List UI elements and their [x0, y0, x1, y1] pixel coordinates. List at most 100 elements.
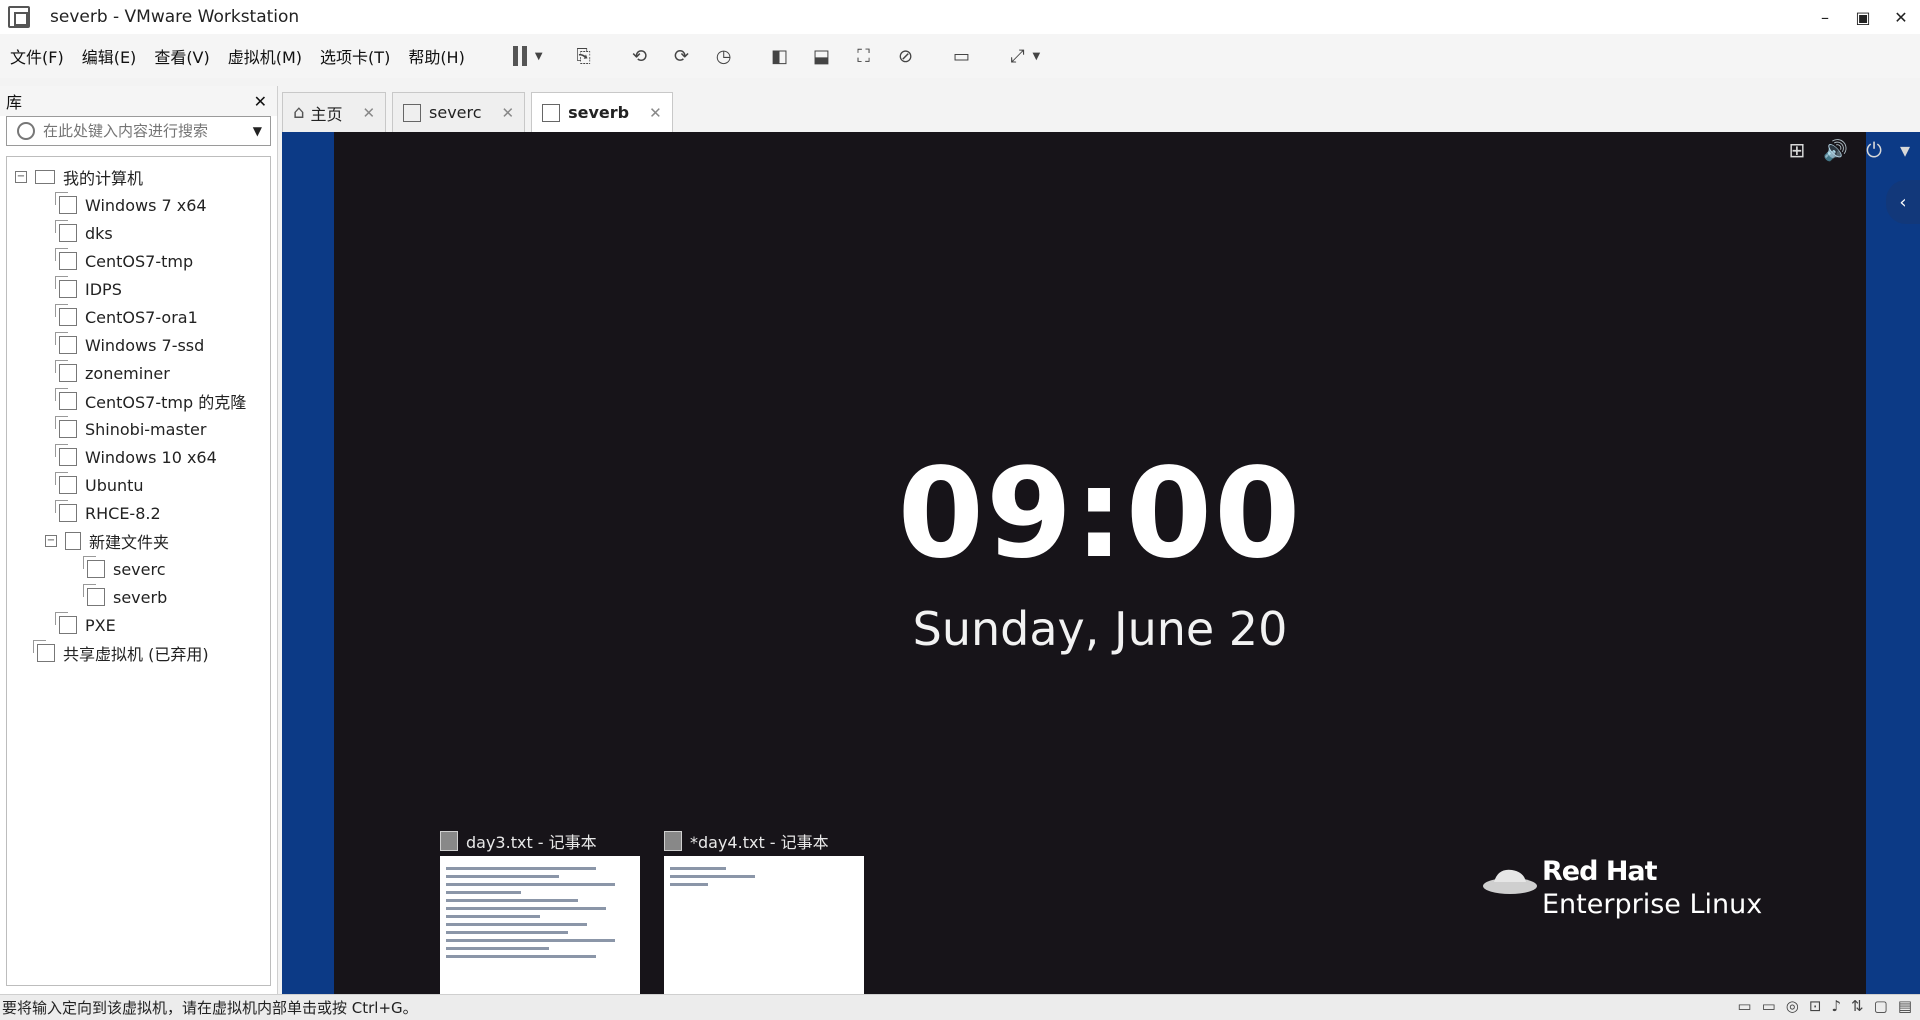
library-panel: 库 ✕ ▼ − 我的计算机 Windows 7 x64 dks CentOS7-… [0, 86, 278, 994]
collapse-icon[interactable]: − [15, 171, 27, 183]
taskbar-previews: day3.txt - 记事本 *day4.txt - 记事本 [440, 826, 864, 1014]
vm-icon [55, 360, 77, 382]
tree-item-windows10x64[interactable]: Windows 10 x64 [7, 443, 270, 471]
chevron-down-icon[interactable]: ▾ [1900, 138, 1910, 162]
tree-item-pxe[interactable]: PXE [7, 611, 270, 639]
tree-item-ubuntu[interactable]: Ubuntu [7, 471, 270, 499]
notepad-icon [440, 831, 458, 851]
chevron-left-icon[interactable]: ‹ [1886, 180, 1920, 224]
vm-icon [55, 388, 77, 410]
search-input[interactable] [43, 122, 253, 140]
snapshot-manager-icon[interactable]: ◷ [709, 41, 739, 71]
network-adapter-icon[interactable]: ⊡ [1809, 997, 1822, 1015]
library-search[interactable]: ▼ [6, 116, 271, 146]
revert-snapshot-icon[interactable]: ⟳ [667, 41, 697, 71]
menu-tabs[interactable]: 选项卡(T) [312, 44, 398, 68]
preview-content [664, 856, 864, 1014]
notepad-icon [664, 831, 682, 851]
menu-vm[interactable]: 虚拟机(M) [220, 44, 310, 68]
cdrom-icon[interactable]: ◎ [1786, 997, 1799, 1015]
menu-bar: 文件(F) 编辑(E) 查看(V) 虚拟机(M) 选项卡(T) 帮助(H) ▼ … [0, 34, 1920, 78]
window-title: severb - VMware Workstation [50, 7, 300, 27]
console-icon[interactable]: ▭ [947, 41, 977, 71]
usb-icon[interactable]: ⇅ [1851, 997, 1864, 1015]
display-icon[interactable]: ▢ [1874, 997, 1888, 1015]
collapse-icon[interactable]: − [45, 535, 57, 547]
tree-root[interactable]: − 我的计算机 [7, 163, 270, 191]
vm-icon [55, 444, 77, 466]
pause-dropdown-icon[interactable]: ▼ [535, 51, 543, 62]
tab-close-icon[interactable]: ✕ [649, 104, 662, 122]
tab-close-icon[interactable]: ✕ [362, 104, 375, 122]
library-header: 库 ✕ [0, 86, 277, 116]
menu-help[interactable]: 帮助(H) [400, 44, 473, 68]
tab-close-icon[interactable]: ✕ [502, 104, 515, 122]
tree-item-zoneminer[interactable]: zoneminer [7, 359, 270, 387]
fullscreen-icon[interactable]: ⛶ [849, 41, 879, 71]
tree-item-centos7-tmp-clone[interactable]: CentOS7-tmp 的克隆 [7, 387, 270, 415]
stretch-icon[interactable]: ⤢ [1003, 41, 1033, 71]
vm-icon [55, 304, 77, 326]
search-dropdown-icon[interactable]: ▼ [253, 124, 262, 138]
menu-view[interactable]: 查看(V) [146, 44, 217, 68]
show-library-icon[interactable]: ◧ [765, 41, 795, 71]
tree-item-idps[interactable]: IDPS [7, 275, 270, 303]
tree-item-severb[interactable]: severb [7, 583, 270, 611]
message-icon[interactable]: ▤ [1898, 997, 1912, 1015]
unity-icon[interactable]: ⊘ [891, 41, 921, 71]
vm-running-icon [83, 556, 105, 578]
preview-day4[interactable]: *day4.txt - 记事本 [664, 826, 864, 1014]
hdd-icon[interactable]: ▭ [1762, 997, 1776, 1015]
menu-file[interactable]: 文件(F) [2, 44, 72, 68]
stretch-dropdown-icon[interactable]: ▼ [1033, 51, 1041, 62]
tree-shared-vms[interactable]: 共享虚拟机 (已弃用) [7, 639, 270, 667]
computer-icon [35, 170, 55, 184]
send-ctrl-alt-del-icon[interactable]: ⎘ [569, 41, 599, 71]
vm-icon [55, 332, 77, 354]
power-icon[interactable]: ⏻ [1866, 138, 1882, 162]
brand-line2: Enterprise Linux [1542, 889, 1763, 920]
home-icon: ⌂ [293, 102, 305, 123]
preview-day3[interactable]: day3.txt - 记事本 [440, 826, 640, 1014]
library-title: 库 [6, 93, 23, 112]
tab-severc[interactable]: severc ✕ [392, 92, 526, 132]
close-icon[interactable]: ✕ [1882, 0, 1920, 34]
menu-edit[interactable]: 编辑(E) [74, 44, 145, 68]
vm-running-icon [83, 584, 105, 606]
tree-item-dks[interactable]: dks [7, 219, 270, 247]
library-tree: − 我的计算机 Windows 7 x64 dks CentOS7-tmp ID… [6, 156, 271, 986]
pause-icon[interactable] [505, 41, 535, 71]
hdd-icon[interactable]: ▭ [1737, 997, 1751, 1015]
sound-card-icon[interactable]: ♪ [1831, 997, 1841, 1015]
shared-vm-icon [33, 640, 55, 662]
tab-severb[interactable]: severb ✕ [531, 92, 673, 132]
vm-icon [55, 472, 77, 494]
tree-item-windows7x64[interactable]: Windows 7 x64 [7, 191, 270, 219]
tree-item-centos7-tmp[interactable]: CentOS7-tmp [7, 247, 270, 275]
maximize-icon[interactable]: ▣ [1844, 0, 1882, 34]
volume-icon[interactable]: 🔊 [1823, 138, 1848, 162]
vm-border-left [282, 132, 334, 994]
tree-folder[interactable]: − 新建文件夹 [7, 527, 270, 555]
tree-item-rhce-8-2[interactable]: RHCE-8.2 [7, 499, 270, 527]
tab-home[interactable]: ⌂ 主页 ✕ [282, 92, 387, 132]
tree-item-centos7-ora1[interactable]: CentOS7-ora1 [7, 303, 270, 331]
title-bar: severb - VMware Workstation – ▣ ✕ [0, 0, 1920, 34]
preview-content [440, 856, 640, 1014]
search-icon [17, 122, 35, 140]
vm-icon [55, 248, 77, 270]
tree-item-windows7-ssd[interactable]: Windows 7-ssd [7, 331, 270, 359]
network-icon[interactable]: ⊞ [1788, 138, 1805, 162]
redhat-hat-icon [1483, 869, 1537, 894]
tree-item-severc[interactable]: severc [7, 555, 270, 583]
lock-date: Sunday, June 20 [912, 602, 1288, 656]
vm-border-right: ‹ [1866, 132, 1920, 994]
library-close-icon[interactable]: ✕ [254, 92, 267, 111]
lock-clock: 09:00 [897, 442, 1303, 586]
snapshot-icon[interactable]: ⟲ [625, 41, 655, 71]
vmware-icon [8, 6, 30, 28]
vm-system-icons: ⊞ 🔊 ⏻ ▾ [1788, 138, 1910, 162]
tree-item-shinobi-master[interactable]: Shinobi-master [7, 415, 270, 443]
thumbnail-bar-icon[interactable]: ⬓ [807, 41, 837, 71]
minimize-icon[interactable]: – [1806, 0, 1844, 34]
